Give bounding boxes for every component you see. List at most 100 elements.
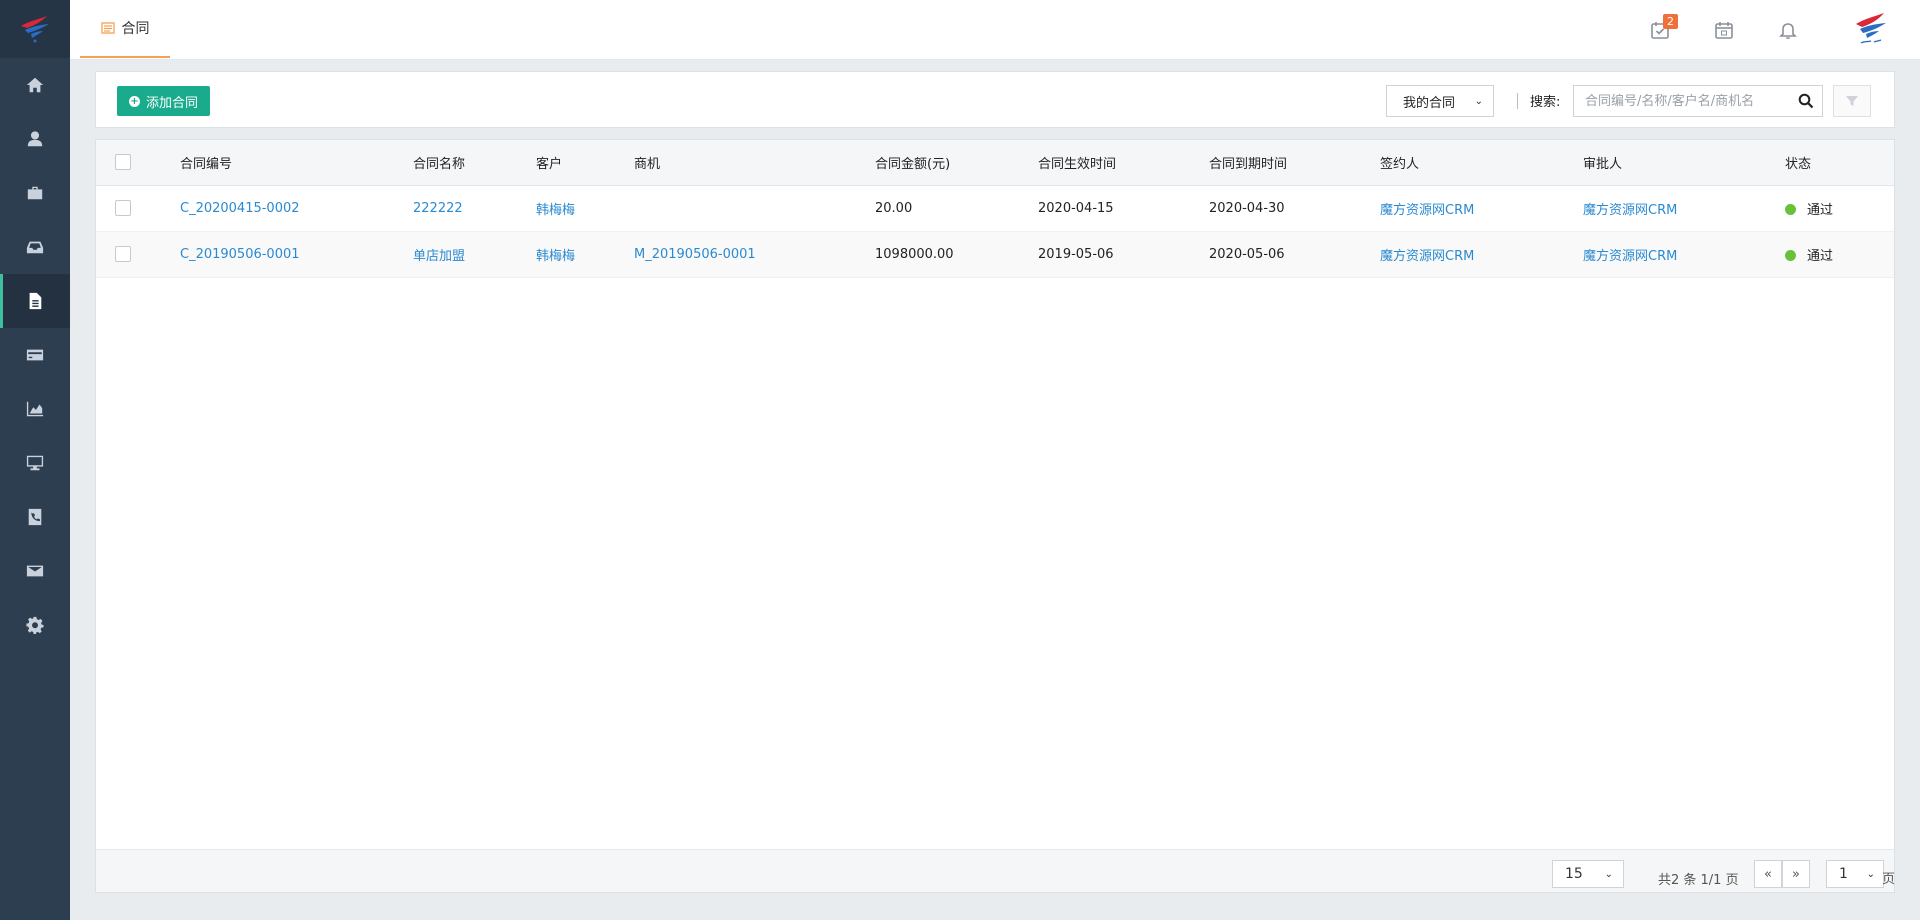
page-size-select[interactable]: 15 ⌄ — [1552, 860, 1624, 888]
notifications-button[interactable] — [1756, 0, 1820, 60]
filter-icon — [1846, 96, 1858, 106]
header-approver[interactable]: 审批人 — [1583, 140, 1785, 186]
document-icon — [29, 292, 42, 310]
nav-inbox[interactable] — [0, 220, 70, 274]
scope-select[interactable]: 我的合同 ⌄ — [1386, 85, 1494, 117]
contract-name-link[interactable]: 222222 — [413, 201, 463, 216]
nav-mail[interactable] — [0, 544, 70, 598]
topbar: 合同 2 — [70, 0, 1920, 60]
contract-no-link[interactable]: C_20200415-0002 — [180, 201, 300, 216]
area-chart-icon — [26, 401, 44, 417]
page-size-value: 15 — [1565, 866, 1583, 882]
toolbar-divider — [1517, 93, 1518, 109]
monitor-icon — [26, 455, 44, 471]
nav-settings[interactable] — [0, 598, 70, 652]
inbox-icon — [26, 241, 44, 254]
nav-contracts[interactable] — [0, 274, 70, 328]
nav-home[interactable] — [0, 58, 70, 112]
chevron-down-icon: ⌄ — [1604, 868, 1613, 880]
scope-select-value: 我的合同 — [1403, 95, 1456, 111]
page-info: 共2 条 1/1 页 — [1658, 873, 1739, 888]
home-icon — [26, 77, 44, 93]
nav-customers[interactable] — [0, 112, 70, 166]
calendar-button[interactable] — [1692, 0, 1756, 60]
top-icons: 2 — [1628, 0, 1920, 60]
list-icon — [100, 22, 115, 34]
header-signer[interactable]: 签约人 — [1380, 140, 1583, 186]
amount-cell: 1098000.00 — [875, 246, 954, 262]
start-date-cell: 2019-05-06 — [1038, 246, 1114, 262]
user-avatar[interactable] — [1820, 0, 1920, 60]
page-unit-label: 页 — [1882, 872, 1896, 887]
header-status[interactable]: 状态 — [1785, 140, 1894, 186]
header-opportunity[interactable]: 商机 — [634, 140, 875, 186]
nav-dashboard[interactable] — [0, 436, 70, 490]
toolbar: + 添加合同 我的合同 ⌄ 搜索: — [95, 71, 1895, 128]
chevron-down-icon: ⌄ — [1866, 868, 1875, 880]
customer-link[interactable]: 韩梅梅 — [536, 249, 575, 264]
task-badge: 2 — [1663, 14, 1678, 29]
customer-link[interactable]: 韩梅梅 — [536, 203, 575, 218]
credit-card-icon — [26, 349, 44, 361]
header-contract-no[interactable]: 合同编号 — [180, 140, 413, 186]
chevron-down-icon: ⌄ — [1474, 95, 1483, 107]
tab-contracts[interactable]: 合同 — [80, 0, 170, 58]
end-date-cell: 2020-05-06 — [1209, 246, 1285, 262]
header-end-date[interactable]: 合同到期时间 — [1209, 140, 1380, 186]
signer-link[interactable]: 魔方资源网CRM — [1380, 249, 1474, 264]
user-icon — [27, 131, 43, 147]
contracts-table: 合同编号 合同名称 客户 商机 合同金额(元) 合同生效时间 合同到期时间 签约… — [96, 140, 1894, 278]
table-header-row: 合同编号 合同名称 客户 商机 合同金额(元) 合同生效时间 合同到期时间 签约… — [96, 140, 1894, 186]
nav-contacts[interactable] — [0, 490, 70, 544]
header-contract-name[interactable]: 合同名称 — [413, 140, 536, 186]
signer-link[interactable]: 魔方资源网CRM — [1380, 203, 1474, 218]
plus-circle-icon: + — [129, 95, 140, 107]
search-icon[interactable] — [1798, 93, 1814, 109]
search-label: 搜索: — [1530, 95, 1561, 110]
row-checkbox[interactable] — [115, 246, 131, 262]
gear-icon — [26, 616, 44, 634]
search-box — [1573, 85, 1823, 117]
filter-button[interactable] — [1833, 85, 1871, 117]
briefcase-icon — [27, 186, 43, 200]
envelope-icon — [26, 565, 44, 577]
status-dot-icon — [1785, 249, 1796, 261]
next-page-button[interactable]: » — [1782, 860, 1810, 888]
amount-cell: 20.00 — [875, 200, 913, 216]
select-all-checkbox[interactable] — [115, 154, 131, 171]
calendar-icon — [1715, 22, 1733, 39]
status-badge: 通过 — [1807, 202, 1834, 218]
avatar-logo-icon — [1856, 13, 1886, 44]
nav-reports[interactable] — [0, 382, 70, 436]
add-contract-button[interactable]: + 添加合同 — [117, 86, 211, 116]
approver-link[interactable]: 魔方资源网CRM — [1583, 249, 1677, 264]
end-date-cell: 2020-04-30 — [1209, 200, 1285, 216]
app-logo[interactable] — [0, 0, 70, 58]
header-customer[interactable]: 客户 — [536, 140, 634, 186]
contract-no-link[interactable]: C_20190506-0001 — [180, 247, 300, 262]
prev-page-button[interactable]: « — [1754, 860, 1782, 888]
opportunity-link[interactable]: M_20190506-0001 — [634, 247, 756, 262]
pagination: 15 ⌄ 共2 条 1/1 页 « » 1 ⌄ 页 — [96, 849, 1896, 892]
search-input[interactable] — [1574, 86, 1784, 116]
page-jump-select[interactable]: 1 ⌄ — [1826, 860, 1884, 888]
current-page-value: 1 — [1839, 866, 1848, 882]
status-dot-icon — [1785, 203, 1796, 215]
header-amount[interactable]: 合同金额(元) — [875, 140, 1038, 186]
contracts-table-panel: 合同编号 合同名称 客户 商机 合同金额(元) 合同生效时间 合同到期时间 签约… — [95, 139, 1895, 893]
sidebar — [0, 0, 70, 920]
nav-opportunities[interactable] — [0, 166, 70, 220]
approver-link[interactable]: 魔方资源网CRM — [1583, 203, 1677, 218]
tab-label: 合同 — [121, 21, 150, 37]
table-row[interactable]: C_20190506-0001 单店加盟 韩梅梅 M_20190506-0001… — [96, 231, 1894, 277]
table-row[interactable]: C_20200415-0002 222222 韩梅梅 20.00 2020-04… — [96, 185, 1894, 231]
row-checkbox[interactable] — [115, 200, 131, 216]
bell-icon — [1779, 23, 1797, 40]
start-date-cell: 2020-04-15 — [1038, 200, 1114, 216]
contract-name-link[interactable]: 单店加盟 — [413, 249, 465, 264]
logo-icon — [21, 16, 49, 43]
tasks-button[interactable]: 2 — [1628, 0, 1692, 60]
status-badge: 通过 — [1807, 248, 1834, 264]
nav-payments[interactable] — [0, 328, 70, 382]
header-start-date[interactable]: 合同生效时间 — [1038, 140, 1209, 186]
